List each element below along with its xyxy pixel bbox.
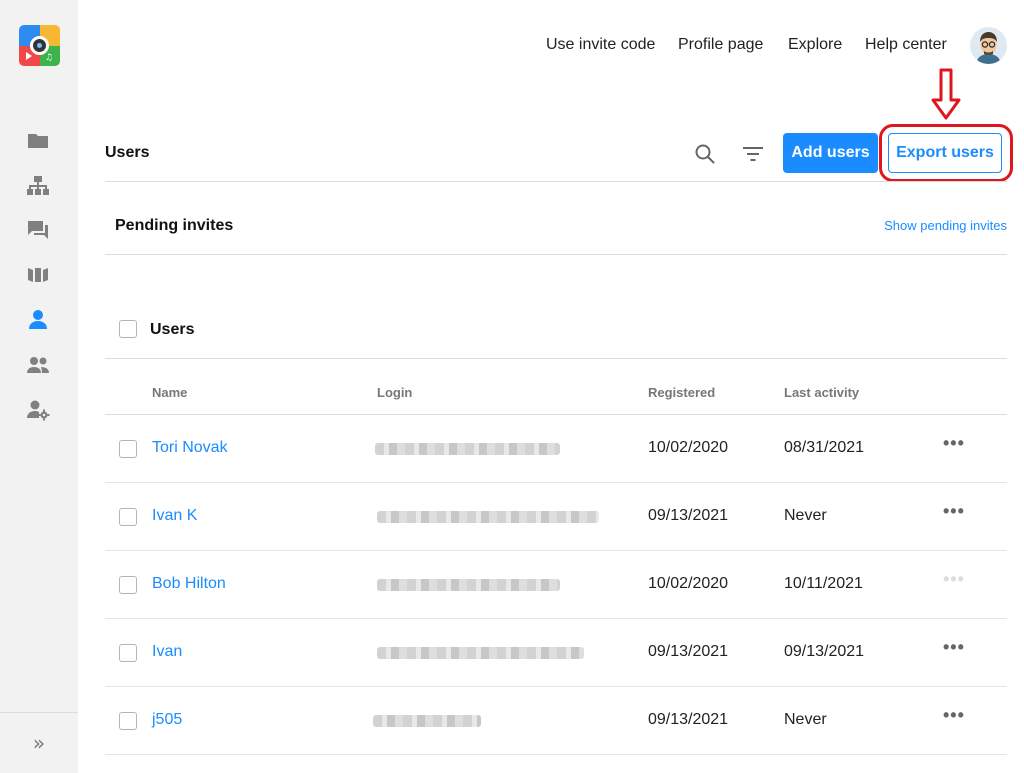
more-options-icon[interactable]: ••• [943, 637, 965, 658]
divider [105, 358, 1007, 359]
divider [105, 254, 1007, 255]
row-checkbox[interactable] [119, 712, 137, 730]
table-row[interactable]: Bob Hilton 10/02/2020 10/11/2021 ••• [105, 551, 1007, 619]
pending-invites-title: Pending invites [115, 217, 234, 234]
column-header-name[interactable]: Name [152, 385, 187, 400]
org-chart-icon[interactable] [26, 174, 50, 198]
annotation-arrow-icon [931, 68, 961, 120]
nav-help-center[interactable]: Help center [865, 36, 947, 58]
user-name-link[interactable]: Ivan K [152, 507, 197, 525]
more-options-icon[interactable]: ••• [943, 433, 965, 454]
sidebar-footer: » [0, 712, 78, 773]
divider [105, 181, 1007, 182]
registered-date: 10/02/2020 [648, 575, 729, 592]
login-redacted [377, 579, 560, 591]
row-checkbox[interactable] [119, 440, 137, 458]
page-title: Users [105, 144, 150, 161]
chat-icon[interactable] [26, 218, 50, 242]
select-all-checkbox[interactable] [119, 320, 137, 338]
column-header-registered[interactable]: Registered [648, 385, 715, 400]
user-icon[interactable] [26, 308, 50, 332]
column-header-last-activity[interactable]: Last activity [784, 385, 859, 400]
add-users-button[interactable]: Add users [783, 133, 878, 173]
user-name-link[interactable]: Ivan [152, 643, 182, 661]
more-options-icon[interactable]: ••• [943, 501, 965, 522]
folder-icon[interactable] [26, 129, 50, 153]
column-header-login[interactable]: Login [377, 385, 412, 400]
user-name-link[interactable]: Bob Hilton [152, 575, 226, 593]
registered-date: 09/13/2021 [648, 711, 729, 728]
nav-explore[interactable]: Explore [788, 36, 842, 58]
last-activity: 09/13/2021 [784, 643, 865, 660]
login-redacted [375, 443, 560, 455]
user-settings-icon[interactable] [26, 398, 50, 422]
row-checkbox[interactable] [119, 576, 137, 594]
show-pending-invites-link[interactable]: Show pending invites [884, 218, 1007, 233]
sidebar: ♫ » [0, 0, 78, 773]
avatar[interactable] [970, 27, 1007, 64]
user-name-link[interactable]: Tori Novak [152, 439, 228, 457]
registered-date: 10/02/2020 [648, 439, 729, 456]
last-activity: Never [784, 507, 827, 524]
expand-sidebar-icon[interactable]: » [33, 731, 45, 755]
last-activity: 08/31/2021 [784, 439, 865, 456]
registered-date: 09/13/2021 [648, 643, 729, 660]
export-users-button[interactable]: Export users [888, 133, 1002, 173]
table-row[interactable]: Tori Novak 10/02/2020 08/31/2021 ••• [105, 415, 1007, 483]
app-logo[interactable]: ♫ [19, 25, 60, 66]
login-redacted [377, 647, 584, 659]
board-icon[interactable] [26, 263, 50, 287]
more-options-icon[interactable]: ••• [943, 705, 965, 726]
search-icon[interactable] [694, 143, 716, 165]
login-redacted [377, 511, 599, 523]
registered-date: 09/13/2021 [648, 507, 729, 524]
table-row[interactable]: Ivan K 09/13/2021 Never ••• [105, 483, 1007, 551]
last-activity: 10/11/2021 [784, 575, 863, 592]
row-checkbox[interactable] [119, 508, 137, 526]
table-row[interactable]: Ivan 09/13/2021 09/13/2021 ••• [105, 619, 1007, 687]
table-row[interactable]: j505 09/13/2021 Never ••• [105, 687, 1007, 755]
login-redacted [373, 715, 481, 727]
nav-profile-page[interactable]: Profile page [678, 36, 763, 58]
more-options-icon[interactable]: ••• [943, 569, 965, 590]
nav-use-invite-code[interactable]: Use invite code [546, 36, 655, 58]
row-checkbox[interactable] [119, 644, 137, 662]
users-section-title: Users [150, 321, 195, 338]
group-icon[interactable] [26, 353, 50, 377]
filter-icon[interactable] [742, 143, 764, 165]
user-name-link[interactable]: j505 [152, 711, 182, 729]
last-activity: Never [784, 711, 827, 728]
